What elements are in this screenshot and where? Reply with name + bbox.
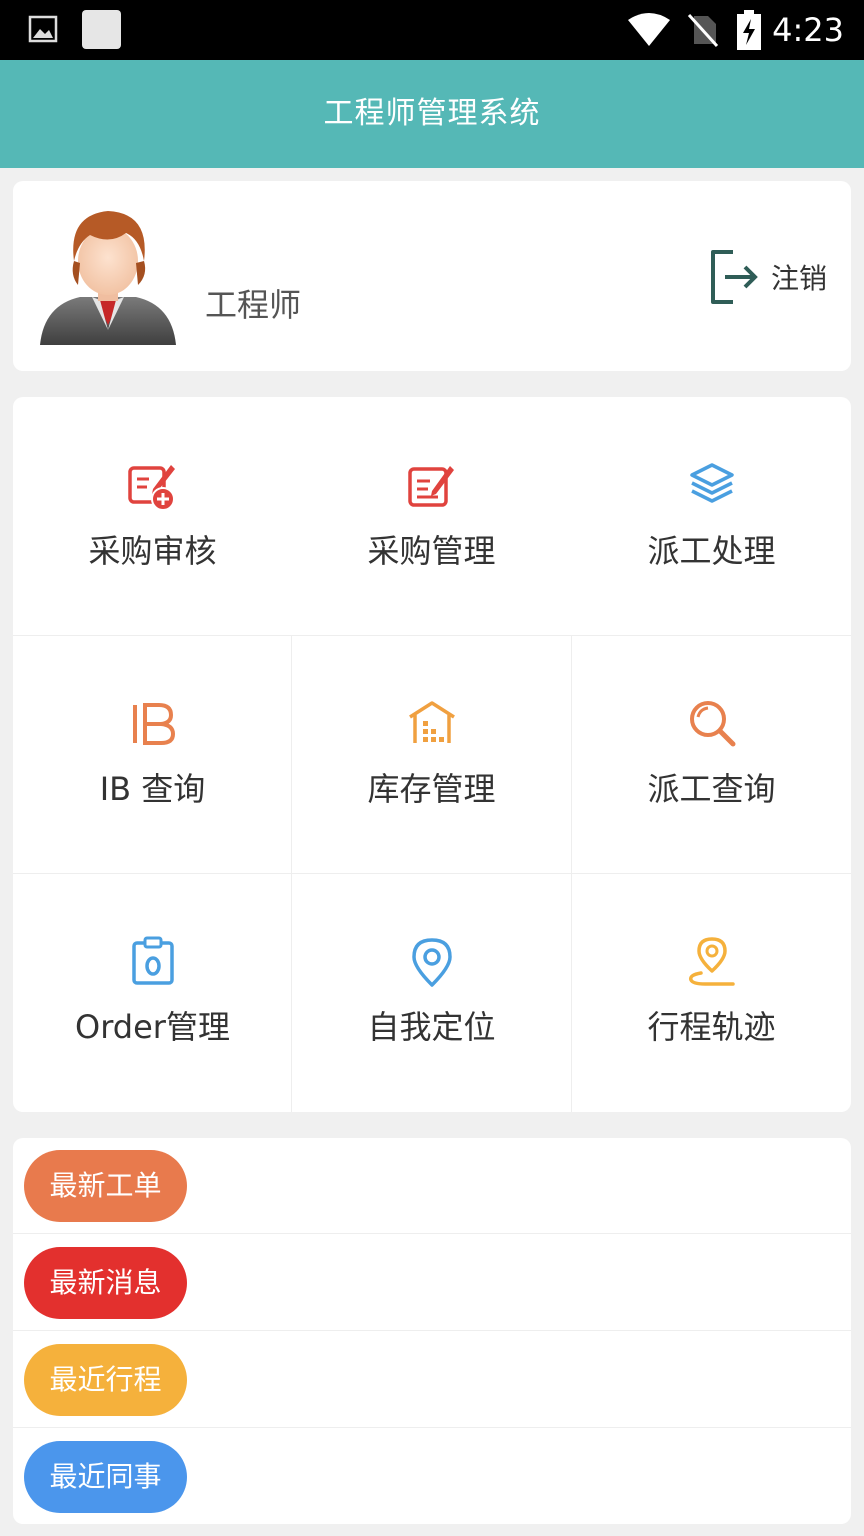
gallery-icon <box>28 15 58 43</box>
menu-label: 采购管理 <box>367 532 496 570</box>
latest-messages-button[interactable]: 最新消息 <box>24 1247 187 1319</box>
menu-grid: 采购审核 采购管理 派工处理 IB 查询 库存管理 派工查询 Order管理 自… <box>13 397 851 1112</box>
profile-card: 工程师 注销 <box>13 181 851 371</box>
menu-order-management[interactable]: Order管理 <box>13 873 292 1111</box>
route-pin-icon <box>688 937 735 986</box>
menu-label: 派工查询 <box>647 770 776 808</box>
menu-label: 派工处理 <box>647 532 776 570</box>
app-bar-title: 工程师管理系统 <box>0 60 864 168</box>
list-divider <box>13 1330 851 1331</box>
latest-work-orders-button[interactable]: 最新工单 <box>24 1150 187 1222</box>
status-bar: 4:23 <box>0 0 864 60</box>
logout-button[interactable]: 注销 <box>707 247 827 307</box>
layers-icon <box>689 463 734 503</box>
logout-icon <box>711 250 758 304</box>
menu-dispatch-processing[interactable]: 派工处理 <box>572 397 851 635</box>
status-time: 4:23 <box>772 11 844 49</box>
notification-square-icon <box>82 10 121 49</box>
location-pin-icon <box>411 938 452 987</box>
quick-list: 最新工单 最新消息 最近行程 最近同事 <box>13 1138 851 1524</box>
search-icon <box>689 701 735 747</box>
list-divider <box>13 1427 851 1428</box>
menu-label: Order管理 <box>75 1008 230 1046</box>
menu-label: 行程轨迹 <box>647 1008 776 1046</box>
menu-purchase-management[interactable]: 采购管理 <box>292 397 571 635</box>
recent-colleagues-button[interactable]: 最近同事 <box>24 1441 187 1513</box>
menu-self-location[interactable]: 自我定位 <box>292 873 571 1111</box>
menu-dispatch-query[interactable]: 派工查询 <box>572 635 851 873</box>
menu-ib-query[interactable]: IB 查询 <box>13 635 292 873</box>
ib-icon <box>132 703 175 745</box>
clipboard-icon <box>131 936 174 985</box>
menu-purchase-review[interactable]: 采购审核 <box>13 397 292 635</box>
menu-label: IB 查询 <box>99 770 206 808</box>
logout-label: 注销 <box>771 262 828 295</box>
list-divider <box>13 1233 851 1234</box>
recent-trips-button[interactable]: 最近行程 <box>24 1344 187 1416</box>
user-avatar-icon <box>40 211 176 345</box>
no-sim-icon <box>687 13 719 48</box>
wifi-icon <box>628 13 670 46</box>
menu-label: 库存管理 <box>367 770 496 808</box>
edit-icon <box>407 466 454 507</box>
menu-inventory-management[interactable]: 库存管理 <box>292 635 571 873</box>
warehouse-icon <box>408 701 455 743</box>
edit-add-icon <box>127 465 175 511</box>
menu-trip-track[interactable]: 行程轨迹 <box>572 873 851 1111</box>
battery-charging-icon <box>737 10 761 50</box>
user-role: 工程师 <box>205 286 302 324</box>
menu-label: 自我定位 <box>367 1008 496 1046</box>
menu-label: 采购审核 <box>88 532 217 570</box>
